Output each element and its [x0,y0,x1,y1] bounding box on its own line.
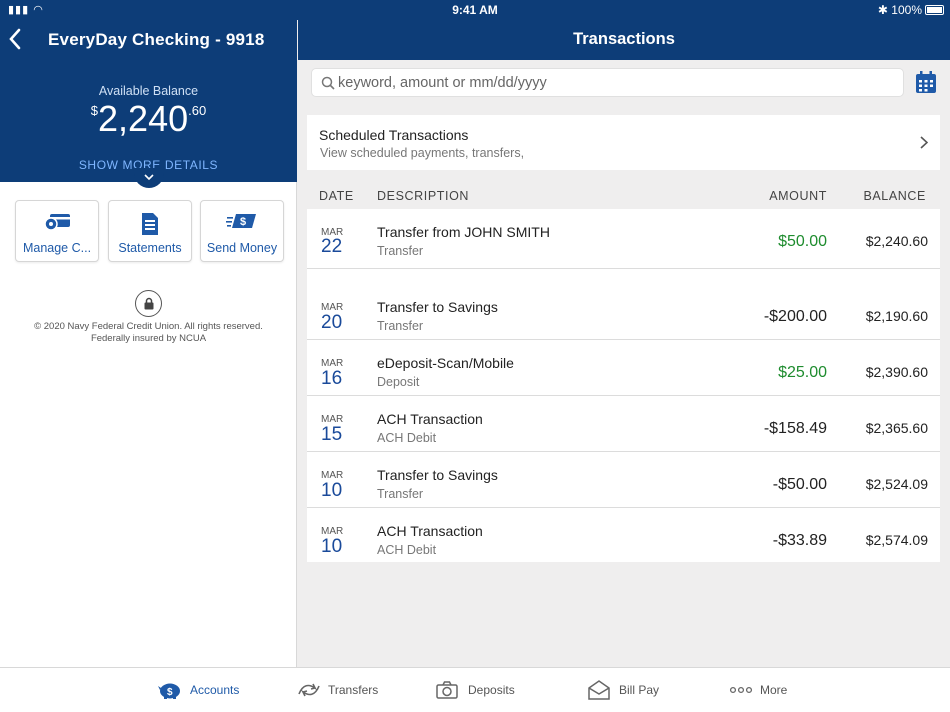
scheduled-transactions-row[interactable]: Scheduled Transactions View scheduled pa… [307,115,940,170]
table-row[interactable]: MAR 22 Transfer from JOHN SMITH Transfer… [307,209,940,269]
page-title: Transactions [298,20,950,60]
row-day: 15 [321,424,343,445]
envelope-icon [588,680,610,700]
tab-bill-pay[interactable]: Bill Pay [588,668,678,712]
manage-card-label: Manage C... [22,241,92,255]
row-amount: -$50.00 [772,476,827,493]
row-type: Transfer [377,319,424,333]
amount-column-header: AMOUNT [769,189,827,203]
chevron-left-icon [9,28,21,50]
copyright-text: © 2020 Navy Federal Credit Union. All ri… [0,321,297,345]
tab-transfers[interactable]: Transfers [297,668,387,712]
status-bar: ▮▮▮ ◠ 9:41 AM ✱ 100% [0,0,950,20]
balance-whole: 2,240 [98,98,189,139]
manage-card-icon [44,214,70,231]
row-description: ACH Transaction [377,523,483,539]
send-money-label: Send Money [206,241,278,255]
row-amount: -$33.89 [772,532,827,549]
table-row[interactable]: MAR 15 ACH Transaction ACH Debit -$158.4… [307,396,940,452]
row-day: 22 [321,236,343,257]
row-description: Transfer to Savings [377,299,498,315]
statement-document-icon [142,213,158,235]
description-column-header: DESCRIPTION [377,189,470,203]
row-day: 10 [321,536,343,557]
account-header: EveryDay Checking - 9918 Available Balan… [0,20,297,182]
transactions-list: MAR 22 Transfer from JOHN SMITH Transfer… [307,209,940,562]
row-description: Transfer to Savings [377,467,498,483]
scheduled-title: Scheduled Transactions [319,127,469,143]
transfer-arrows-icon [298,683,320,697]
statements-label: Statements [118,241,182,255]
tab-transfers-label: Transfers [328,683,379,697]
scheduled-subtitle: View scheduled payments, transfers, [320,146,525,160]
row-day: 16 [321,368,343,389]
row-amount: -$158.49 [763,420,827,437]
tab-deposits-label: Deposits [468,683,515,697]
row-type: Deposit [377,375,420,389]
status-time: 9:41 AM [452,3,498,17]
row-balance: $2,524.09 [865,476,928,492]
row-type: ACH Debit [377,543,437,557]
expand-details-button[interactable] [134,168,164,188]
balance-currency: $ [90,103,99,118]
search-icon [321,76,335,90]
battery-icon [925,5,944,15]
available-balance-label: Available Balance [98,84,199,98]
piggy-bank-icon: $ [158,683,180,699]
row-amount: -$200.00 [763,308,827,325]
account-panel: EveryDay Checking - 9918 Available Balan… [0,20,297,667]
tab-bar: $ Accounts Transfers Deposits Bill Pay M… [0,667,950,712]
row-type: Transfer [377,244,424,258]
more-dots-icon [729,686,753,694]
row-balance: $2,574.09 [865,532,928,548]
available-balance: $2,240.60 [0,98,297,140]
calendar-icon [916,71,936,93]
svg-text:$: $ [167,687,173,698]
row-balance: $2,240.60 [865,233,928,249]
row-description: eDeposit-Scan/Mobile [377,355,514,371]
row-day: 20 [321,312,343,333]
search-input[interactable] [338,72,893,93]
search-bar[interactable] [311,68,904,97]
table-row[interactable]: MAR 20 Transfer to Savings Transfer -$20… [307,284,940,340]
table-row[interactable]: MAR 10 ACH Transaction ACH Debit -$33.89… [307,508,940,564]
row-amount: $25.00 [778,364,827,381]
camera-icon [436,681,458,699]
tab-bill-pay-label: Bill Pay [619,683,660,697]
transactions-table-header: DATE DESCRIPTION AMOUNT BALANCE [307,181,940,209]
lock-icon [135,290,162,317]
row-description: Transfer from JOHN SMITH [377,224,550,240]
send-money-icon: $ [226,214,256,228]
tab-deposits[interactable]: Deposits [436,668,526,712]
table-row[interactable]: MAR 16 eDeposit-Scan/Mobile Deposit $25.… [307,340,940,396]
tab-more-label: More [760,683,788,697]
table-row[interactable]: MAR 10 Transfer to Savings Transfer -$50… [307,452,940,508]
tab-more[interactable]: More [729,668,799,712]
ncua-line: Federally insured by NCUA [90,333,207,344]
back-button[interactable] [8,28,30,54]
row-day: 10 [321,480,343,501]
copyright-line: © 2020 Navy Federal Credit Union. All ri… [34,321,263,332]
account-title: EveryDay Checking - 9918 [48,30,265,49]
chevron-down-icon [144,174,154,181]
tab-accounts[interactable]: $ Accounts [158,668,248,712]
date-column-header: DATE [319,189,354,203]
row-balance: $2,365.60 [865,420,928,436]
row-amount: $50.00 [778,233,827,250]
chevron-right-icon [920,136,928,149]
balance-column-header: BALANCE [863,189,926,203]
balance-cents: .60 [188,103,207,118]
statements-button[interactable]: Statements [108,200,192,262]
calendar-button[interactable] [915,70,937,94]
row-balance: $2,390.60 [865,364,928,380]
row-balance: $2,190.60 [865,308,928,324]
svg-text:$: $ [240,216,246,228]
status-battery-text: ✱ 100% [877,3,922,17]
send-money-button[interactable]: $ Send Money [200,200,284,262]
row-type: ACH Debit [377,431,437,445]
row-description: ACH Transaction [377,411,483,427]
tab-accounts-label: Accounts [190,683,240,697]
row-type: Transfer [377,487,424,501]
manage-card-button[interactable]: Manage C... [15,200,99,262]
